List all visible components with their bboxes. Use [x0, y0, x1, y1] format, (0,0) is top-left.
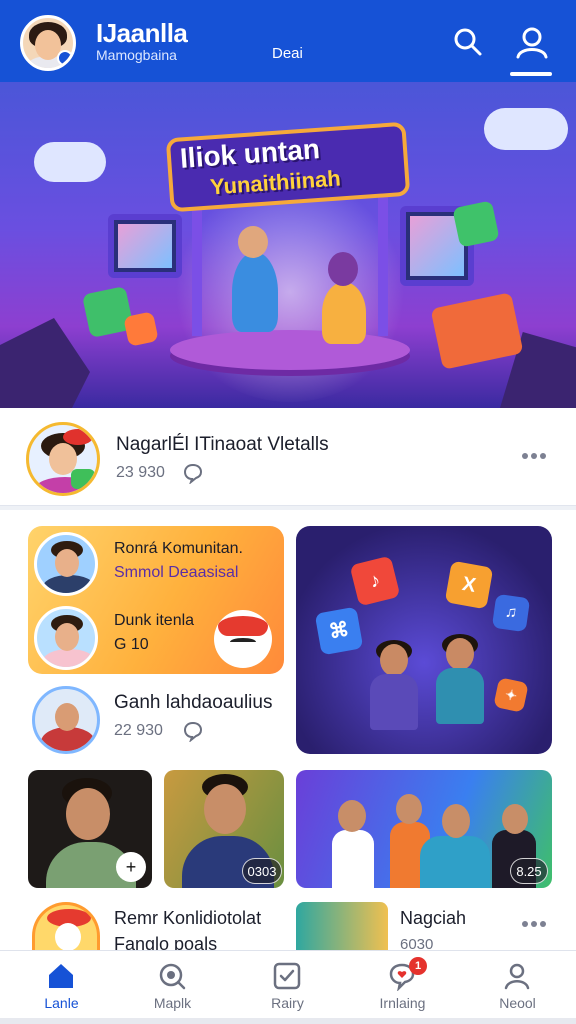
avatar: [34, 606, 98, 670]
search-icon[interactable]: [452, 26, 484, 58]
nav-tasks[interactable]: Rairy: [230, 951, 345, 1021]
hero-person-boy: [232, 252, 278, 332]
profile-icon[interactable]: [512, 24, 552, 60]
post-count: 22 930: [114, 722, 163, 739]
active-tab-indicator: [510, 72, 552, 76]
post-avatar[interactable]: [32, 686, 100, 754]
games-card[interactable]: ♪ X ⌘ ♫ ✦: [296, 526, 552, 754]
comment-icon[interactable]: [182, 462, 204, 484]
video-thumbnail[interactable]: 0303: [164, 770, 284, 888]
cube: [123, 311, 159, 347]
promo-item-title: Dunk itenla: [114, 612, 195, 629]
promo-card[interactable]: Ronrá Komunitan. Smmol Deaasisal Dunk it…: [28, 526, 284, 674]
notification-badge: 1: [409, 957, 427, 975]
video-thumbnail[interactable]: 8.25: [296, 770, 552, 888]
featured-title[interactable]: NagarlÉl ITinaoat Vletalls: [116, 434, 329, 456]
thumb-face: [338, 800, 366, 832]
spark-cube-icon: ✦: [493, 677, 529, 713]
person-girl: [370, 640, 418, 744]
nav-home[interactable]: Lanle: [4, 951, 119, 1021]
featured-post[interactable]: NagarlÉl ITinaoat Vletalls 23 930: [0, 408, 576, 506]
avatar: [34, 532, 98, 596]
featured-avatar[interactable]: [26, 422, 100, 496]
post-item[interactable]: Ganh lahdaoaulius 22 930: [28, 686, 284, 756]
screen-left: [108, 214, 182, 278]
hero-person-girl-head: [328, 252, 358, 286]
promo-subtitle: Smmol Deaasisal: [114, 564, 239, 581]
post-title[interactable]: Nagciah: [400, 908, 466, 929]
post-title[interactable]: Remr Konlidiotolat: [114, 908, 261, 929]
nav-label: Lanle: [44, 995, 79, 1011]
bottom-navigation: Lanle Maplk Rairy 1 Irnlaing Neool: [0, 950, 576, 1024]
comment-icon[interactable]: [182, 720, 204, 742]
featured-count: 23 930: [116, 464, 165, 481]
stage: [170, 330, 410, 370]
add-icon[interactable]: +: [116, 852, 146, 882]
promo-item-meta: G 10: [114, 636, 149, 653]
hero-banner[interactable]: Iliok untan Yunaithiinah: [0, 82, 576, 408]
checkbox-icon: [273, 962, 301, 990]
x-cube-icon: X: [444, 560, 494, 610]
nav-explore[interactable]: Maplk: [115, 951, 230, 1021]
video-thumbnail[interactable]: +: [28, 770, 152, 888]
rock: [0, 318, 90, 408]
system-gesture-bar: [0, 1018, 576, 1024]
cube: [430, 292, 524, 370]
nav-messages[interactable]: 1 Irnlaing: [345, 951, 460, 1021]
post-avatar[interactable]: [32, 902, 100, 950]
feed-content: Ronrá Komunitan. Smmol Deaasisal Dunk it…: [0, 510, 576, 954]
more-options-icon[interactable]: [522, 446, 552, 459]
more-options-icon[interactable]: [522, 914, 552, 927]
thumb-face: [66, 788, 110, 840]
user-avatar[interactable]: [20, 15, 76, 71]
app-subtitle: Mamogbaina: [96, 47, 177, 63]
post-thumbnail[interactable]: [296, 902, 388, 950]
duration-badge: 0303: [242, 858, 282, 884]
music-cube-icon: ♪: [349, 555, 401, 607]
cloud: [34, 142, 106, 182]
command-cube-icon: ⌘: [314, 606, 364, 656]
duration-badge: 8.25: [510, 858, 548, 884]
person-girl: [436, 634, 484, 748]
hero-person-boy-head: [238, 226, 268, 258]
note-cube-icon: ♫: [491, 593, 531, 633]
nav-label: Maplk: [153, 995, 192, 1011]
cloud: [484, 108, 568, 150]
promo-title: Ronrá Komunitan.: [114, 540, 243, 557]
home-icon: [49, 964, 73, 988]
nav-label: Neool: [499, 995, 536, 1011]
app-header: IJaanlla Mamogbaina Deai: [0, 0, 576, 82]
thumb-face: [442, 804, 470, 838]
nav-label: Rairy: [271, 995, 304, 1011]
thumb-shirt: [332, 830, 374, 888]
cube: [452, 200, 500, 248]
hero-person-girl: [322, 282, 366, 344]
nav-profile[interactable]: Neool: [460, 951, 575, 1021]
thumb-face: [204, 784, 246, 834]
nav-label: Irnlaing: [379, 995, 426, 1011]
app-title: IJaanlla: [96, 18, 188, 48]
post-title[interactable]: Ganh lahdaoaulius: [114, 692, 272, 714]
thumb-shirt: [420, 836, 490, 888]
thumb-face: [502, 804, 528, 834]
explore-icon: [159, 963, 186, 990]
thumb-face: [396, 794, 422, 824]
header-center-tab[interactable]: Deai: [272, 45, 303, 62]
mascot-image: [214, 610, 272, 668]
profile-icon: [504, 963, 530, 990]
